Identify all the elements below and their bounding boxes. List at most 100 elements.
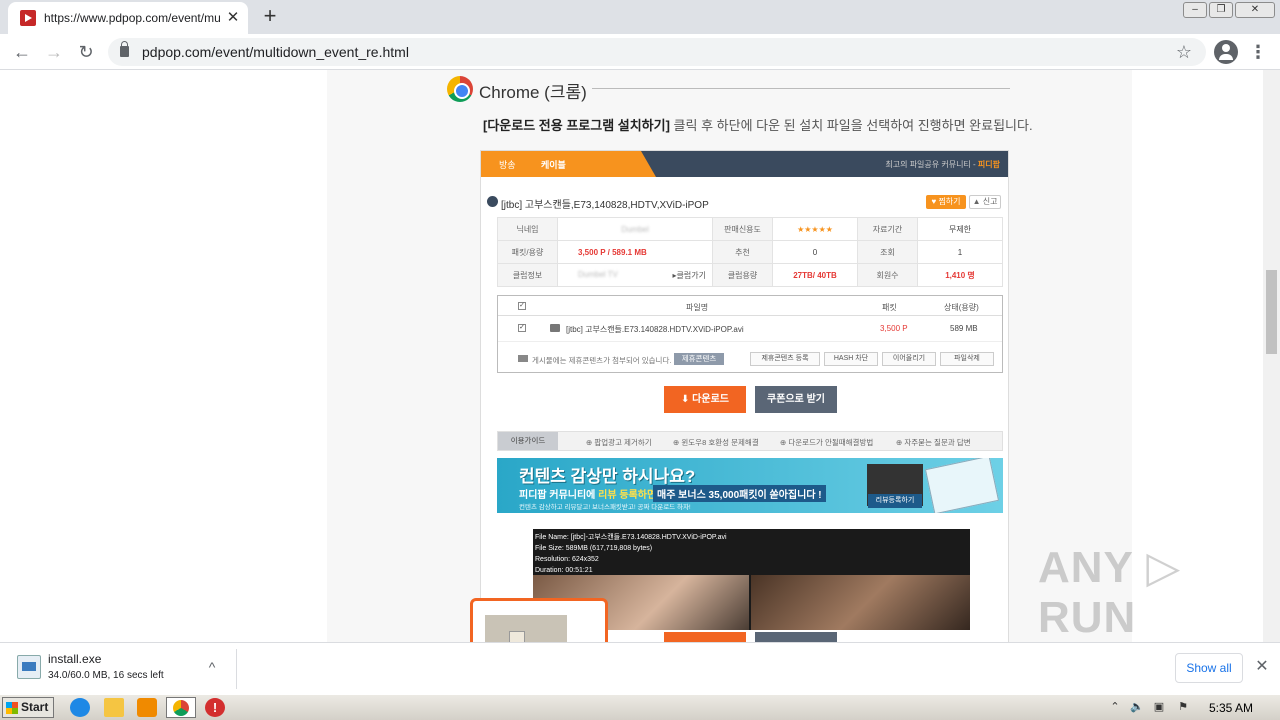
back-icon[interactable]: ← xyxy=(10,40,34,64)
delete-file-button: 파일삭제 xyxy=(940,352,994,366)
table-row: 클럽정보 Dumbel TV ▸클럽가기 클럽용량 27TB/ 40TB 회원수 … xyxy=(497,263,1003,287)
user-guide-bar: 이용가이드 ⊕ 팝업광고 제거하기 ⊕ 윈도우8 호환성 문제해결 ⊕ 다운로드… xyxy=(497,431,1003,451)
minimize-button[interactable]: ‒ xyxy=(1183,2,1207,18)
lock-icon[interactable] xyxy=(120,41,129,57)
system-tray: ⌃ 🔈 ▣ ⚑ 5:35 AM xyxy=(1104,697,1280,718)
table-cell: 조회 xyxy=(857,240,918,264)
partner-notice: 게시물에는 제휴콘텐츠가 첨부되어 있습니다. xyxy=(532,356,672,365)
file-size: 589 MB xyxy=(950,324,978,333)
shelf-divider xyxy=(236,649,237,689)
banner-bonus: 매주 보너스 35,000패킷이 쏟아집니다 ! xyxy=(653,485,826,502)
thumbnail-metadata: File Name: [jtbc]-고부스캔들.E73.140828.HDTV.… xyxy=(535,534,727,574)
internet-explorer-icon[interactable] xyxy=(70,698,90,717)
new-tab-button[interactable]: + xyxy=(258,5,282,29)
table-cell: 자료기간 xyxy=(857,217,918,241)
media-player-icon[interactable] xyxy=(137,698,157,717)
guide-item-label: 다운로드가 안될때해결방법 xyxy=(788,438,874,447)
chrome-taskbar-icon[interactable] xyxy=(166,697,196,718)
chevron-up-icon[interactable]: ^ xyxy=(202,657,222,677)
table-cell: 0 xyxy=(772,240,858,264)
show-all-button[interactable]: Show all xyxy=(1175,653,1243,683)
resume-upload-button: 이어올리기 xyxy=(882,352,936,366)
table-cell: 추천 xyxy=(712,240,773,264)
windows-logo-icon xyxy=(6,702,18,714)
post-play-icon xyxy=(487,196,498,207)
site-slogan: 최고의 파일공유 커뮤니티 - 피디팝 xyxy=(885,159,1000,170)
installer-file-icon[interactable] xyxy=(17,655,41,679)
guide-item: ⊕ 다운로드가 안될때해결방법 xyxy=(780,438,874,447)
file-checkbox: ✓ xyxy=(518,324,526,332)
chrome-menu-icon[interactable]: ⋮ xyxy=(1248,40,1268,64)
select-all-checkbox: ✓ xyxy=(518,302,526,310)
guide-item: ⊕ 윈도우8 호환성 문제해결 xyxy=(673,438,759,447)
column-packet: 패킷 xyxy=(882,303,897,312)
brand-name: 피디팝 xyxy=(977,160,1000,169)
pdpop-favicon-icon xyxy=(20,10,36,26)
partner-content-icon xyxy=(518,355,528,362)
address-bar[interactable]: pdpop.com/event/multidown_event_re.html xyxy=(108,38,1206,66)
forward-icon[interactable]: → xyxy=(42,40,66,64)
file-list-footer: 게시물에는 제휴콘텐츠가 첨부되어 있습니다. 제휴콘텐츠 제휴콘텐츠 등록 H… xyxy=(498,350,1002,370)
guide-item-label: 팝업광고 제거하기 xyxy=(594,438,652,447)
guide-screenshot: 방송 케이블 최고의 파일공유 커뮤니티 - 피디팝 [jtbc] 고부스캔들,… xyxy=(480,150,1009,642)
file-explorer-icon[interactable] xyxy=(104,698,124,717)
guide-item-label: 윈도우8 호환성 문제해결 xyxy=(681,438,759,447)
report-button: ▲ 신고 xyxy=(969,195,1001,209)
volume-icon[interactable]: 🔈 xyxy=(1130,700,1144,714)
instruction-bold: [다운로드 전용 프로그램 설치하기] xyxy=(483,118,670,133)
category-broadcast: 방송 xyxy=(499,160,516,170)
table-cell: 27TB/ 40TB xyxy=(772,263,858,287)
popup-square xyxy=(509,631,525,642)
tray-expand-icon[interactable]: ⌃ xyxy=(1108,700,1122,714)
reload-icon[interactable]: ↻ xyxy=(74,40,98,64)
network-icon[interactable]: ▣ xyxy=(1152,700,1166,714)
table-cell: 닉네임 xyxy=(497,217,558,241)
window-close-button[interactable]: ✕ xyxy=(1235,2,1275,18)
file-name: [jtbc] 고부스캔들.E73.140828.HDTV.XViD-iPOP.a… xyxy=(566,325,744,334)
favorite-button: ♥ 찜하기 xyxy=(926,195,966,209)
start-button[interactable]: Start xyxy=(2,697,54,718)
scrollbar-thumb[interactable] xyxy=(1266,270,1277,354)
chrome-logo-icon xyxy=(447,76,473,102)
coupon-button: 쿠폰으로 받기 xyxy=(755,386,837,413)
post-info-table: 닉네임 Dumbel 판매신용도 ★★★★★ 자료기간 무제한 패킷/용량 3,… xyxy=(497,217,1003,287)
download-filename[interactable]: install.exe xyxy=(48,652,101,666)
restore-button[interactable]: ❐ xyxy=(1209,2,1233,18)
close-icon[interactable]: ✕ xyxy=(1252,657,1272,677)
partner-register-button: 제휴콘텐츠 등록 xyxy=(750,352,820,366)
sticky-coupon-button xyxy=(755,632,837,642)
table-cell: 1 xyxy=(917,240,1003,264)
tab-close-icon[interactable]: ✕ xyxy=(224,9,242,27)
tab-strip: https://www.pdpop.com/event/mult ✕ + ‒ ❐… xyxy=(0,0,1280,34)
download-status: 34.0/60.0 MB, 16 secs left xyxy=(48,670,164,681)
table-cell: Dumbel xyxy=(557,217,713,241)
tab-title: https://www.pdpop.com/event/mult xyxy=(44,11,220,25)
instruction-rest: 클릭 후 하단에 다운 된 설치 파일을 선택하여 진행하면 완료됩니다. xyxy=(669,118,1033,133)
bookmark-star-icon[interactable]: ☆ xyxy=(1172,40,1196,64)
url-text[interactable]: pdpop.com/event/multidown_event_re.html xyxy=(142,44,409,60)
banner-title: 컨텐츠 감상만 하시나요? xyxy=(519,467,696,486)
hash-block-button: HASH 차단 xyxy=(824,352,878,366)
banner-small-text: 컨텐츠 감상하고 리뷰달고! 보너스패킷받고! 공짜 다운로드 하자! xyxy=(519,504,691,511)
column-status: 상태(용량) xyxy=(944,303,979,312)
file-row: ✓ [jtbc] 고부스캔들.E73.140828.HDTV.XViD-iPOP… xyxy=(498,316,1002,342)
anyrun-watermark: ANY ▷ RUN xyxy=(1038,543,1182,642)
table-cell: 3,500 P / 589.1 MB xyxy=(557,240,713,264)
file-list: ✓ 파일명 패킷 상태(용량) ✓ [jtbc] 고부스캔들.E73.14082… xyxy=(497,295,1003,373)
warning-app-icon[interactable] xyxy=(205,698,225,717)
action-center-flag-icon[interactable]: ⚑ xyxy=(1176,700,1190,714)
sticky-download-button xyxy=(664,632,746,642)
system-clock[interactable]: 5:35 AM xyxy=(1209,701,1253,715)
file-packet: 3,500 P xyxy=(880,324,908,333)
browser-tab[interactable]: https://www.pdpop.com/event/mult ✕ xyxy=(8,2,248,34)
profile-avatar-icon[interactable] xyxy=(1214,40,1238,64)
table-cell: 판매신용도 xyxy=(712,217,773,241)
table-cell: 1,410 명 xyxy=(917,263,1003,287)
post-title: [jtbc] 고부스캔들,E73,140828,HDTV,XViD-iPOP xyxy=(501,200,709,211)
popup-image xyxy=(485,615,567,642)
table-row: 닉네임 Dumbel 판매신용도 ★★★★★ 자료기간 무제한 xyxy=(497,217,1003,241)
category-cable: 케이블 xyxy=(541,160,566,170)
video-file-icon xyxy=(550,324,560,332)
section-heading: Chrome (크롬) xyxy=(479,83,587,102)
banner-subtitle: 피디팝 커뮤니티에 리뷰 등록하면 xyxy=(519,486,656,501)
